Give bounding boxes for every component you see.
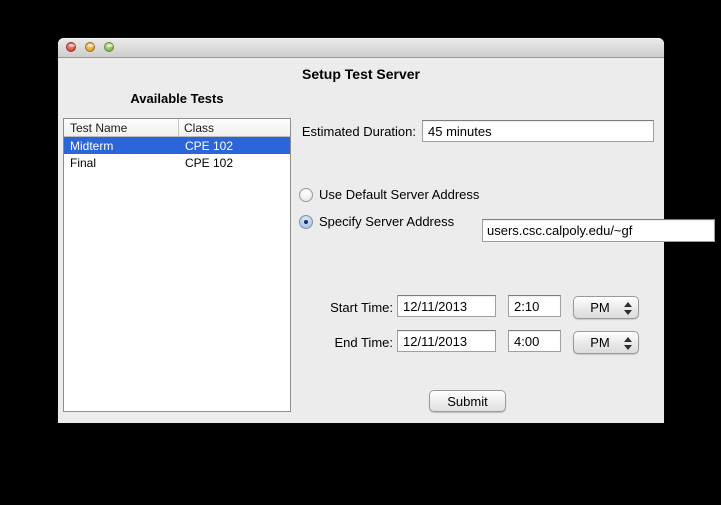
server-address-input[interactable]	[482, 219, 715, 242]
estimated-duration-input[interactable]	[422, 120, 654, 142]
arrow-down-icon	[624, 345, 632, 350]
table-row-final[interactable]: Final CPE 102	[64, 154, 290, 171]
stepper-arrows-icon	[624, 301, 632, 316]
start-date-input[interactable]	[397, 295, 496, 317]
start-time-input[interactable]	[508, 295, 561, 317]
use-default-server-label: Use Default Server Address	[319, 187, 480, 202]
page-title: Setup Test Server	[301, 66, 420, 82]
table-header[interactable]: Test Name Class	[64, 119, 290, 137]
start-meridiem-select[interactable]: PM	[573, 296, 639, 319]
minimize-button[interactable]	[85, 42, 95, 52]
cell-class: CPE 102	[185, 156, 234, 170]
close-button[interactable]	[66, 42, 76, 52]
cell-test-name: Midterm	[70, 139, 114, 153]
end-time-label: End Time:	[334, 335, 393, 350]
specify-server-option[interactable]: Specify Server Address	[299, 214, 454, 229]
submit-button[interactable]: Submit	[429, 390, 506, 412]
cell-test-name: Final	[70, 156, 97, 170]
arrow-down-icon	[624, 310, 632, 315]
radio-selected-icon[interactable]	[299, 214, 313, 229]
desktop-background: Setup Test Server Available Tests Test N…	[0, 0, 721, 505]
arrow-up-icon	[624, 302, 632, 307]
zoom-button[interactable]	[104, 42, 114, 52]
available-tests-table[interactable]: Test Name Class Midterm CPE 102 Final CP…	[63, 118, 291, 412]
column-header-class[interactable]: Class	[179, 119, 290, 136]
available-tests-label: Available Tests	[130, 91, 224, 106]
end-meridiem-select[interactable]: PM	[573, 331, 639, 354]
radio-unselected-icon[interactable]	[299, 187, 313, 202]
specify-server-label: Specify Server Address	[319, 214, 455, 229]
start-time-label: Start Time:	[330, 300, 393, 315]
arrow-up-icon	[624, 337, 632, 342]
end-time-input[interactable]	[508, 330, 561, 352]
table-row-midterm[interactable]: Midterm CPE 102	[64, 137, 290, 154]
end-date-input[interactable]	[397, 330, 496, 352]
estimated-duration-label: Estimated Duration:	[301, 124, 416, 139]
window-titlebar[interactable]	[58, 38, 664, 58]
cell-class: CPE 102	[185, 139, 234, 153]
use-default-server-option[interactable]: Use Default Server Address	[299, 187, 479, 202]
setup-test-server-window: Setup Test Server Available Tests Test N…	[58, 38, 715, 423]
column-header-test-name[interactable]: Test Name	[64, 119, 179, 136]
stepper-arrows-icon	[624, 336, 632, 351]
window-content: Setup Test Server Available Tests Test N…	[58, 59, 715, 423]
